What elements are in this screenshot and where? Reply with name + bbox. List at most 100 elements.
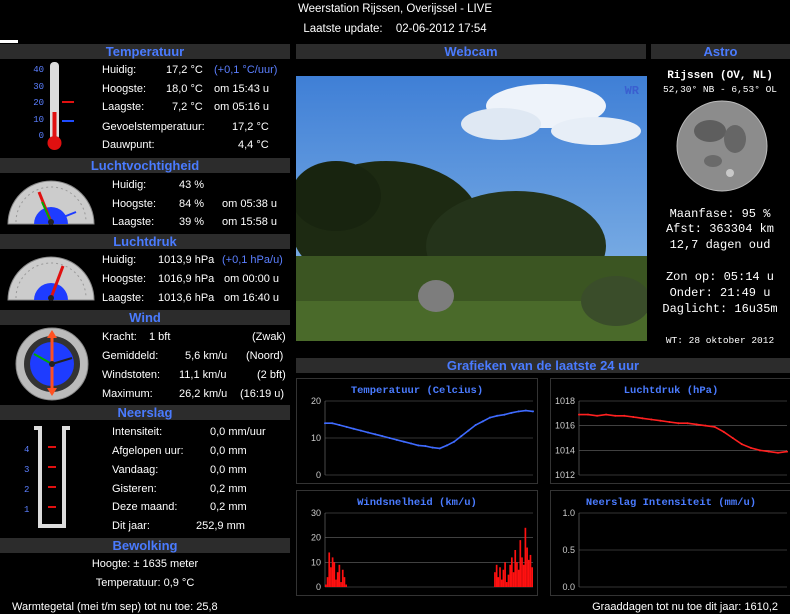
bar [328, 552, 331, 587]
data-point [481, 420, 484, 423]
wind-force-label: Kracht: [102, 331, 137, 343]
section-pressure: Luchtdruk [0, 234, 290, 249]
bar [326, 577, 329, 587]
thermo-scale: 30 [33, 81, 44, 92]
temp-low-time: om 05:16 u [214, 101, 270, 113]
data-point [677, 422, 680, 425]
pressure-trend: (+0,1 hPa/u) [222, 254, 283, 266]
data-point [749, 446, 752, 449]
data-point [324, 422, 326, 425]
rain-lasthour-label: Afgelopen uur: [112, 445, 184, 457]
y-tick-label: 20 [311, 533, 321, 543]
data-point [623, 414, 626, 417]
y-tick-label: 30 [311, 508, 321, 518]
section-graphs: Grafieken van de laatste 24 uur [296, 358, 790, 373]
moon-phase: Maanfase: 95 % [669, 207, 771, 221]
temp-trend: (+0,1 °C/uur) [214, 64, 278, 76]
chart-pressure[interactable]: Luchtdruk (hPa) 1018 1016 1014 1012 [550, 378, 790, 484]
bar [331, 557, 334, 587]
moon-age: 12,7 dagen oud [669, 238, 771, 252]
bar [529, 554, 532, 587]
data-point [776, 451, 779, 454]
y-tick-label: 1012 [555, 470, 575, 480]
y-tick-label: 0 [316, 470, 321, 480]
data-point [381, 435, 384, 438]
data-point [359, 429, 362, 432]
rain-month-label: Deze maand: [112, 501, 178, 513]
data-point [578, 413, 580, 416]
wind-avg-value: 5,6 km/u [185, 350, 228, 362]
data-point [331, 422, 334, 425]
data-point [524, 409, 527, 412]
rain-gauge-icon: 4 3 2 1 [0, 422, 100, 534]
wind-force-value: 1 bft [149, 331, 171, 343]
data-point [510, 411, 513, 414]
webcam-image[interactable]: WR [296, 76, 647, 341]
data-point [605, 413, 608, 416]
y-tick-label: 20 [311, 396, 321, 406]
pressure-gauge-icon [7, 256, 95, 301]
pressure-low-label: Laagste: [102, 292, 145, 304]
rain-yesterday-label: Gisteren: [112, 483, 157, 495]
wind-gust-bft: (2 bft) [257, 369, 286, 381]
rain-scale: 1 [24, 505, 30, 515]
last-update: Laatste update: 02-06-2012 17:54 [0, 23, 790, 35]
section-wind: Wind [0, 310, 290, 325]
y-tick-label: 0 [316, 582, 321, 592]
data-point [587, 413, 590, 416]
humidity-low-time: om 15:58 u [222, 216, 278, 228]
humidity-low-label: Laagste: [112, 216, 155, 228]
chart-temperature[interactable]: Temperatuur (Celcius) 20 10 0 [296, 378, 538, 484]
temp-current-label: Huidig: [102, 64, 137, 76]
pressure-high-label: Hoogste: [102, 273, 147, 285]
update-value: 02-06-2012 17:54 [395, 23, 487, 35]
astro-credit: WT: 28 oktober 2012 [665, 335, 775, 346]
data-point [445, 444, 448, 447]
data-point [453, 440, 456, 443]
rain-year-label: Dit jaar: [112, 520, 150, 532]
rain-month-value: 0,2 mm [210, 501, 247, 513]
bar [517, 569, 520, 587]
data-point [767, 450, 770, 453]
wind-gust-value: 11,1 km/u [179, 369, 227, 381]
rain-today-label: Vandaag: [112, 464, 159, 476]
data-point [614, 414, 617, 417]
y-tick-label: 10 [311, 433, 321, 443]
data-point [467, 429, 470, 432]
dewpoint-label: Dauwpunt: [102, 139, 155, 151]
wind-gust-label: Windstoten: [102, 369, 161, 381]
data-point [431, 446, 434, 449]
data-point [786, 450, 788, 453]
data-point [402, 440, 405, 443]
chart-wind[interactable]: Windsnelheid (km/u) 30 20 10 0 [296, 490, 538, 596]
bar [512, 572, 515, 587]
bar [333, 562, 336, 587]
feels-like-value: 17,2 °C [232, 121, 269, 133]
data-point [740, 443, 743, 446]
bar [531, 567, 533, 587]
data-point [438, 447, 441, 450]
bar [345, 584, 347, 587]
y-tick-label: 10 [311, 557, 321, 567]
bar [343, 577, 346, 587]
daylight: Daglicht: 16u35m [662, 302, 778, 316]
wind-compass-icon [15, 327, 89, 401]
data-point [686, 422, 689, 425]
data-point [668, 420, 671, 423]
data-point [488, 416, 491, 419]
bar [494, 572, 496, 587]
sunset: Onder: 21:49 u [669, 286, 771, 300]
y-tick-label: 1.0 [562, 508, 575, 518]
bar [514, 550, 517, 587]
chart-rain[interactable]: Neerslag Intensiteit (mm/u) 1.0 0.5 0.0 [550, 490, 790, 596]
wind-max-time: (16:19 u) [240, 388, 285, 400]
data-point [417, 444, 420, 447]
humidity-high-label: Hoogste: [112, 198, 157, 210]
humidity-gauge-icon [7, 180, 95, 225]
thermo-scale: 40 [33, 65, 44, 75]
thermo-scale: 20 [33, 98, 44, 108]
rain-scale: 3 [24, 465, 30, 475]
bar [527, 559, 530, 587]
wind-max-value: 26,2 km/u [179, 388, 228, 400]
bar [497, 577, 500, 587]
